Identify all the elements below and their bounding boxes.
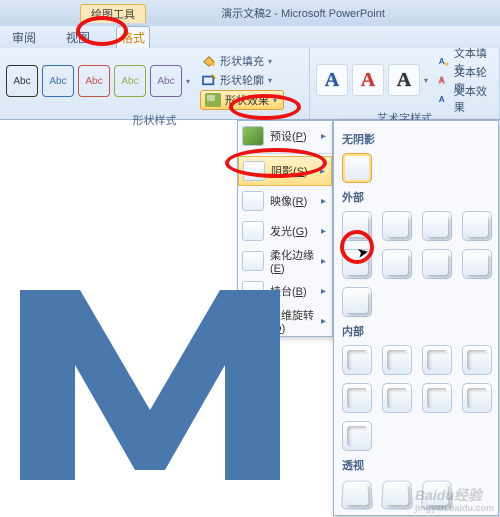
shadow-swatch[interactable] [382, 249, 412, 279]
shadow-swatch[interactable] [422, 249, 452, 279]
paint-bucket-icon [202, 55, 216, 67]
tab-view[interactable]: 视图 [62, 27, 94, 48]
shadow-swatch[interactable] [342, 421, 372, 451]
effects-icon [205, 93, 221, 107]
shadow-swatch[interactable] [382, 383, 412, 413]
shape-style-swatch[interactable]: Abc [78, 65, 110, 97]
shadow-swatch[interactable] [462, 211, 492, 241]
menu-item-shadow[interactable]: 阴影(S) ▸ [238, 156, 332, 186]
shadow-swatch[interactable] [462, 383, 492, 413]
outline-icon [202, 74, 216, 86]
dropdown-arrow-icon: ▾ [268, 57, 272, 66]
submenu-arrow-icon: ▸ [321, 256, 326, 267]
menu-label-preset: 预设(P) [270, 128, 328, 144]
shadow-swatch[interactable] [422, 211, 452, 241]
gallery-more-icon[interactable]: ▾ [424, 76, 428, 85]
wordart-style-swatch[interactable]: A [352, 64, 384, 96]
svg-text:A: A [439, 57, 445, 66]
gallery-section-inner: 内部 [342, 323, 492, 339]
shadow-swatch[interactable] [341, 481, 374, 510]
submenu-arrow-icon: ▸ [321, 131, 326, 142]
window-title: 演示文稿2 - Microsoft PowerPoint [106, 5, 500, 21]
shadow-swatch[interactable] [342, 345, 372, 375]
ribbon-tabs: 审阅 视图 格式 [0, 26, 500, 48]
svg-text:A: A [439, 76, 445, 85]
shape-outline-label: 形状轮廓 [220, 72, 264, 88]
text-effects-icon: A [438, 93, 450, 105]
shadow-swatch[interactable] [342, 383, 372, 413]
text-fill-icon: A [438, 55, 450, 67]
shape-fill-label: 形状填充 [220, 53, 264, 69]
group-shape-styles: AbcAbcAbcAbcAbc ▾ 形状填充 ▾ 形状轮廓 ▾ 形状效果 ▾ [0, 48, 310, 119]
mouse-cursor-icon: ➤ [356, 243, 371, 262]
shadow-swatch[interactable] [342, 211, 372, 241]
shape-style-swatch[interactable]: Abc [150, 65, 182, 97]
submenu-arrow-icon: ▸ [321, 316, 326, 327]
shape-style-gallery[interactable]: AbcAbcAbcAbcAbc [6, 65, 182, 97]
shadow-swatch[interactable] [382, 345, 412, 375]
menu-label-glow: 发光(G) [270, 223, 328, 239]
shape-fill-button[interactable]: 形状填充 ▾ [200, 52, 284, 70]
shadow-swatch[interactable] [462, 249, 492, 279]
gallery-section-perspective: 透视 [342, 457, 492, 473]
tab-format[interactable]: 格式 [116, 26, 150, 48]
shadow-swatch[interactable] [462, 345, 492, 375]
menu-item-preset[interactable]: 预设(P) ▸ [238, 121, 332, 151]
shape-effects-label: 形状效果 [225, 92, 269, 108]
dropdown-arrow-icon: ▾ [268, 76, 272, 85]
shadow-swatch[interactable] [422, 345, 452, 375]
shadow-none-swatch[interactable] [342, 153, 372, 183]
reflection-icon [242, 191, 264, 211]
menu-label-shadow: 阴影(S) [271, 163, 327, 179]
shadow-icon [243, 161, 265, 181]
glow-icon [242, 221, 264, 241]
shape-style-swatch[interactable]: Abc [6, 65, 38, 97]
shape-outline-button[interactable]: 形状轮廓 ▾ [200, 71, 284, 89]
shadow-gallery: 无阴影 外部 内部 透视 [333, 120, 499, 516]
svg-text:A: A [439, 95, 445, 104]
submenu-arrow-icon: ▸ [321, 286, 326, 297]
text-effects-button[interactable]: A 文本效果 [436, 90, 493, 108]
ribbon: AbcAbcAbcAbcAbc ▾ 形状填充 ▾ 形状轮廓 ▾ 形状效果 ▾ [0, 48, 500, 120]
menu-separator [238, 153, 332, 154]
watermark-brand: Baidu经验 [415, 487, 482, 503]
menu-item-reflection[interactable]: 映像(R) ▸ [238, 186, 332, 216]
submenu-arrow-icon: ▸ [321, 196, 326, 207]
shape-style-swatch[interactable]: Abc [114, 65, 146, 97]
tab-review[interactable]: 审阅 [8, 27, 40, 48]
menu-label-reflection: 映像(R) [270, 193, 328, 209]
gallery-section-outer: 外部 [342, 189, 492, 205]
watermark: Baidu经验 jingyan.baidu.com [415, 485, 494, 513]
shadow-swatch[interactable] [381, 481, 414, 510]
gallery-more-icon[interactable]: ▾ [186, 77, 190, 86]
dropdown-arrow-icon: ▾ [273, 96, 277, 105]
shadow-swatch[interactable] [422, 383, 452, 413]
group-wordart-styles: AAA ▾ A 文本填充 A 文本轮廓 A 文本效果 艺术字样式 [310, 48, 500, 119]
shadow-swatch[interactable] [342, 287, 372, 317]
wordart-style-gallery[interactable]: AAA [316, 64, 420, 96]
text-outline-icon: A [438, 74, 450, 86]
submenu-arrow-icon: ▸ [321, 226, 326, 237]
menu-item-glow[interactable]: 发光(G) ▸ [238, 216, 332, 246]
shadow-swatch[interactable] [382, 211, 412, 241]
shadow-outer-grid [340, 211, 492, 317]
softedges-icon [242, 251, 264, 271]
wordart-style-swatch[interactable]: A [316, 64, 348, 96]
preset-icon [242, 126, 264, 146]
gallery-section-none: 无阴影 [342, 131, 492, 147]
watermark-url: jingyan.baidu.com [415, 503, 494, 513]
title-bar: 绘图工具 演示文稿2 - Microsoft PowerPoint [0, 0, 500, 26]
shape-effects-button[interactable]: 形状效果 ▾ [200, 90, 284, 110]
slide-shape-letter-m[interactable] [10, 270, 310, 490]
shadow-inner-grid [340, 345, 492, 451]
wordart-style-swatch[interactable]: A [388, 64, 420, 96]
submenu-arrow-icon: ▸ [320, 166, 325, 177]
shape-style-swatch[interactable]: Abc [42, 65, 74, 97]
